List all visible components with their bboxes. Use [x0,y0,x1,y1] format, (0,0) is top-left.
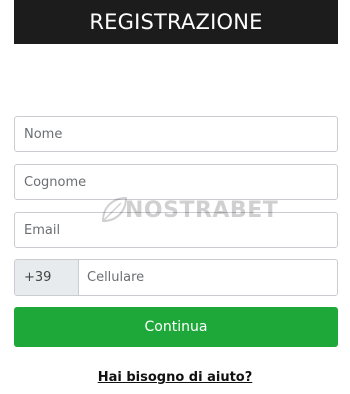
email-input[interactable] [14,212,338,248]
help-link[interactable]: Hai bisogno di aiuto? [98,370,253,385]
first-name-input[interactable] [14,116,338,152]
registration-header: REGISTRAZIONE [14,0,338,44]
phone-prefix-label: +39 [24,270,52,285]
last-name-input[interactable] [14,164,338,200]
phone-prefix[interactable]: +39 [15,260,79,295]
phone-field: +39 [14,259,338,296]
help-link-container: Hai bisogno di aiuto? [0,370,350,385]
continue-button[interactable]: Continua [14,307,338,347]
mobile-input[interactable] [79,260,337,295]
page-title: REGISTRAZIONE [89,10,263,34]
